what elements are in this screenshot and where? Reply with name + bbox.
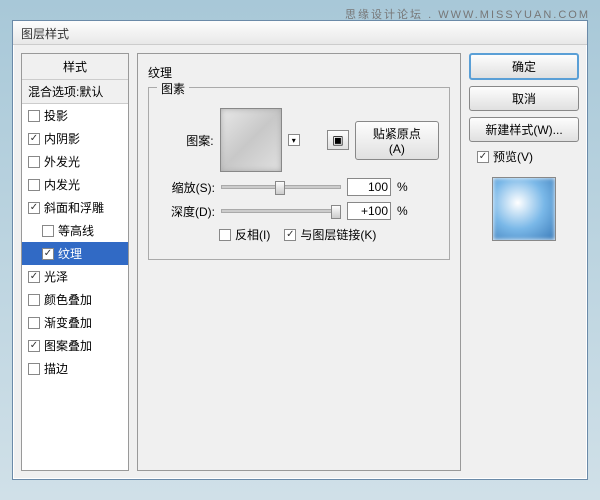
- style-item-3[interactable]: 内发光: [22, 173, 128, 196]
- style-checkbox[interactable]: [28, 133, 40, 145]
- style-item-2[interactable]: 外发光: [22, 150, 128, 173]
- style-checkbox[interactable]: [28, 317, 40, 329]
- invert-checkbox[interactable]: [219, 229, 231, 241]
- style-label: 等高线: [58, 222, 94, 239]
- scale-unit: %: [397, 180, 408, 194]
- style-item-10[interactable]: 图案叠加: [22, 334, 128, 357]
- style-checkbox[interactable]: [42, 248, 54, 260]
- depth-input[interactable]: [347, 202, 391, 220]
- style-label: 图案叠加: [44, 337, 92, 354]
- depth-slider[interactable]: [221, 209, 341, 213]
- style-label: 斜面和浮雕: [44, 199, 104, 216]
- cancel-button[interactable]: 取消: [469, 86, 579, 111]
- style-item-1[interactable]: 内阴影: [22, 127, 128, 150]
- button-panel: 确定 取消 新建样式(W)... 预览(V): [469, 53, 579, 471]
- preview-label: 预览(V): [493, 148, 533, 165]
- element-legend: 图素: [157, 80, 189, 97]
- style-item-7[interactable]: 光泽: [22, 265, 128, 288]
- blend-options[interactable]: 混合选项:默认: [22, 80, 128, 104]
- ok-button[interactable]: 确定: [469, 53, 579, 80]
- preview-thumbnail: [492, 177, 556, 241]
- style-item-0[interactable]: 投影: [22, 104, 128, 127]
- style-label: 纹理: [58, 245, 82, 262]
- style-checkbox[interactable]: [28, 110, 40, 122]
- style-label: 渐变叠加: [44, 314, 92, 331]
- dialog-title: 图层样式: [13, 21, 587, 45]
- style-item-5[interactable]: 等高线: [22, 219, 128, 242]
- style-label: 光泽: [44, 268, 68, 285]
- scale-input[interactable]: [347, 178, 391, 196]
- snap-origin-button[interactable]: 贴紧原点(A): [355, 121, 439, 160]
- style-label: 外发光: [44, 153, 80, 170]
- layer-style-dialog: 图层样式 样式 混合选项:默认 投影内阴影外发光内发光斜面和浮雕等高线纹理光泽颜…: [12, 20, 588, 480]
- new-pattern-icon[interactable]: ▣: [327, 130, 348, 150]
- style-item-4[interactable]: 斜面和浮雕: [22, 196, 128, 219]
- link-label: 与图层链接(K): [300, 226, 376, 243]
- style-label: 描边: [44, 360, 68, 377]
- texture-panel: 纹理 图素 图案: ▾ ▣ 贴紧原点(A) 缩放(S): %: [137, 53, 461, 471]
- depth-unit: %: [397, 204, 408, 218]
- preview-checkbox[interactable]: [477, 151, 489, 163]
- styles-list: 样式 混合选项:默认 投影内阴影外发光内发光斜面和浮雕等高线纹理光泽颜色叠加渐变…: [21, 53, 129, 471]
- style-checkbox[interactable]: [28, 294, 40, 306]
- style-item-6[interactable]: 纹理: [22, 242, 128, 265]
- style-checkbox[interactable]: [28, 156, 40, 168]
- style-checkbox[interactable]: [28, 340, 40, 352]
- scale-label: 缩放(S):: [159, 179, 215, 196]
- style-checkbox[interactable]: [28, 202, 40, 214]
- style-checkbox[interactable]: [42, 225, 54, 237]
- style-label: 内阴影: [44, 130, 80, 147]
- invert-label: 反相(I): [235, 226, 270, 243]
- style-checkbox[interactable]: [28, 363, 40, 375]
- texture-title: 纹理: [148, 64, 450, 81]
- style-item-9[interactable]: 渐变叠加: [22, 311, 128, 334]
- style-label: 投影: [44, 107, 68, 124]
- styles-header[interactable]: 样式: [22, 54, 128, 80]
- style-label: 内发光: [44, 176, 80, 193]
- new-style-button[interactable]: 新建样式(W)...: [469, 117, 579, 142]
- pattern-label: 图案:: [159, 132, 214, 149]
- style-checkbox[interactable]: [28, 179, 40, 191]
- pattern-thumbnail[interactable]: [220, 108, 282, 172]
- depth-label: 深度(D):: [159, 203, 215, 220]
- style-item-8[interactable]: 颜色叠加: [22, 288, 128, 311]
- scale-slider[interactable]: [221, 185, 341, 189]
- style-item-11[interactable]: 描边: [22, 357, 128, 380]
- style-label: 颜色叠加: [44, 291, 92, 308]
- style-checkbox[interactable]: [28, 271, 40, 283]
- pattern-dropdown-icon[interactable]: ▾: [288, 134, 300, 146]
- element-fieldset: 图素 图案: ▾ ▣ 贴紧原点(A) 缩放(S): % 深度(D):: [148, 87, 450, 260]
- link-checkbox[interactable]: [284, 229, 296, 241]
